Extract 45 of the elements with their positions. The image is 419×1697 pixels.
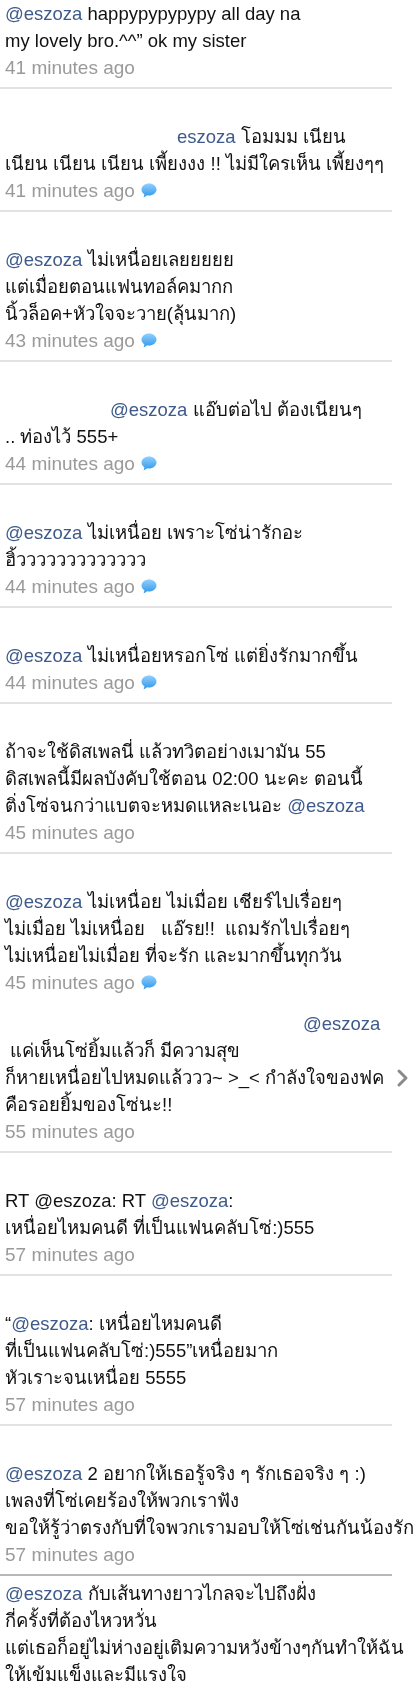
tweet-text: RT @eszoza: RT @eszoza: เหนื่อยไหมคนดี ที่เป็นแฟนคลับโซ่:)555	[5, 1189, 315, 1240]
mention-link[interactable]: @eszoza	[287, 795, 365, 816]
tweet-text: eszoza โอมมม เนียน เนียน เนียน เนียน เพี้ยงงง !! ไม่มีใครเห็น เพี้ยงๆๆ	[5, 125, 385, 176]
mention-link[interactable]: @eszoza	[5, 249, 83, 270]
timestamp: 45 minutes ago	[5, 821, 135, 845]
speech-bubble-icon[interactable]	[140, 579, 157, 594]
timestamp: 41 minutes ago	[5, 179, 135, 203]
timestamp: 45 minutes ago	[5, 971, 135, 995]
tweet-text: ถ้าจะใช้ดิสเพลนี่ แล้วทวิตอย่างเมามัน 55 ดิสเพลนี้มีผลบังคับใช้ตอน 02:00 นะคะ ตอนนี้ ติ่งโซ่จนกว่าแบตจะหมดแหละเนอะ @eszoza	[5, 738, 365, 818]
tweet-text: @eszoza แค่เห็นโซ่ยิ้มแล้วก็ มีความสุข ก็หายเหนื่อยไปหมดแล้ววว~ >_< กำลังใจของฟค คือรอยยิ้มของโซ่นะ!!	[5, 1012, 384, 1117]
tweet-text: @eszoza ไม่เหนื่อยเลยยยยย แต่เมื่อยตอนแฟนทอล์คมากก นิ้วล็อค+หัวใจจะวาย(ลุ้นมาก)	[5, 246, 237, 327]
mention-link[interactable]: @eszoza	[5, 891, 83, 912]
timestamp: 41 minutes ago	[5, 56, 135, 80]
tweet-text: @eszoza happypypypypy all day na my lovely bro.^^” ok my sister	[5, 2, 301, 53]
mention-link[interactable]: @eszoza	[110, 399, 188, 420]
mention-link[interactable]: @eszoza	[5, 522, 83, 543]
speech-bubble-icon[interactable]	[140, 456, 157, 471]
tweet-text: “@eszoza: เหนื่อยไหมคนดี ที่เป็นแฟนคลับโซ่:)555”เหนื่อยมาก หัวเราะจนเหนื่อย 5555	[5, 1310, 279, 1390]
mention-link[interactable]: eszoza	[177, 126, 236, 147]
mention-link[interactable]: @eszoza	[303, 1013, 381, 1034]
tweet-text: @eszoza ไม่เหนื่อย ไม่เมื่อย เชียร์ไปเรื่อยๆ ไม่เมื่อย ไม่เหนื่อย แอ๊รย!! แถมรักไปเรื่อยๆ ไม่เหนื่อยไม่เมื่อย ที่จะรัก และมากขึ้นทุกวัน	[5, 888, 351, 969]
mention-link[interactable]: @eszoza	[5, 1583, 83, 1604]
timestamp: 44 minutes ago	[5, 671, 135, 695]
speech-bubble-icon[interactable]	[140, 183, 157, 198]
timestamp: 44 minutes ago	[5, 452, 135, 476]
tweet-text: @eszoza ไม่เหนื่อยหรอกโซ่ แต่ยิ่งรักมากขึ้น	[5, 642, 358, 669]
timestamp: 44 minutes ago	[5, 575, 135, 599]
mention-link[interactable]: @eszoza	[11, 1313, 89, 1334]
speech-bubble-icon[interactable]	[140, 333, 157, 348]
timestamp: 55 minutes ago	[5, 1120, 135, 1144]
tweet-text: @eszoza กับเส้นทางยาวไกลจะไปถึงฝั่ง กี่ครั้งที่ต้องไหวหวั่น แต่เธอก็อยู่ไม่ห่างอยู่เติมความหวังข้างๆกันทำให้ฉัน ให้เข้มแข็งและมีแรงใจ	[5, 1580, 404, 1687]
chevron-icon[interactable]	[396, 1067, 410, 1088]
mention-link[interactable]: @eszoza	[5, 1463, 83, 1484]
speech-bubble-icon[interactable]	[140, 675, 157, 690]
mention-link[interactable]: @eszoza	[5, 3, 83, 24]
timestamp: 43 minutes ago	[5, 329, 135, 353]
timestamp: 57 minutes ago	[5, 1393, 135, 1417]
timestamp: 57 minutes ago	[5, 1543, 135, 1567]
mention-link[interactable]: @eszoza	[5, 645, 83, 666]
speech-bubble-icon[interactable]	[140, 975, 157, 990]
tweet-text: @eszoza 2 อยากให้เธอรู้จริง ๆ รักเธอจริง ๆ :) เพลงที่โซ่เคยร้องให้พวกเราฟัง ขอให้รู้ว่าตรงกับที่ใจพวกเรามอบให้โซ่เช่นกันน้องรัก	[5, 1462, 414, 1541]
tweet-text: @eszoza แอ๊บต่อไป ต้องเนียนๆ .. ท่องไว้ 555+	[5, 398, 362, 449]
tweet-text: @eszoza ไม่เหนื่อย เพราะโซ่น่ารักอะ ฮิ้ววววววววววววว	[5, 519, 303, 572]
timestamp: 57 minutes ago	[5, 1243, 135, 1267]
mention-link[interactable]: @eszoza	[150, 1190, 229, 1211]
